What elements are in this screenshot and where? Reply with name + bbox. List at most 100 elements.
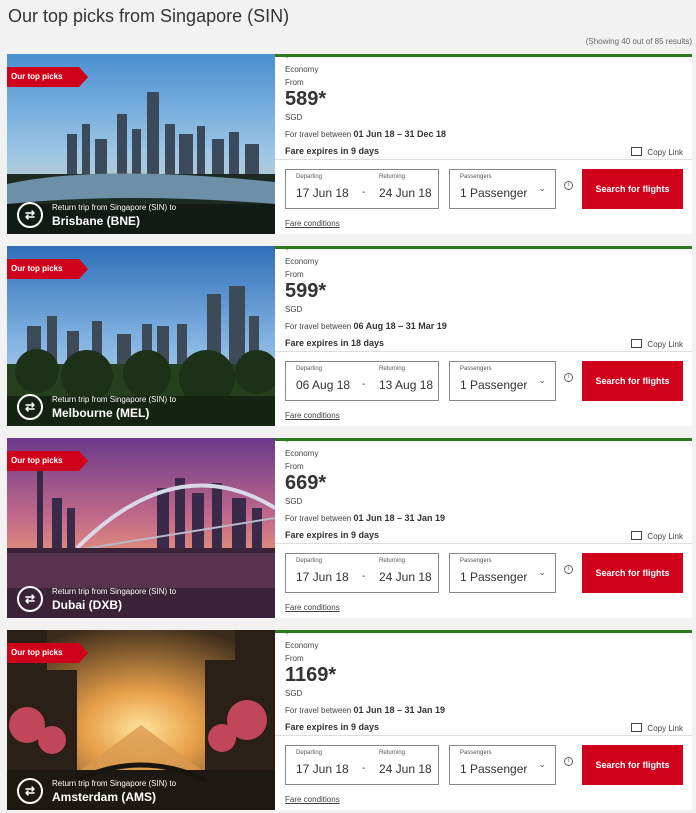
fare-conditions-link[interactable]: Fare conditions bbox=[285, 219, 340, 228]
copy-link-button[interactable]: Copy Link bbox=[631, 338, 683, 349]
returning-date[interactable]: 24 Jun 18 bbox=[379, 186, 432, 200]
page-title: Our top picks from Singapore (SIN) bbox=[8, 6, 290, 26]
divider bbox=[275, 159, 692, 160]
destination-city: Melbourne (MEL) bbox=[52, 405, 150, 420]
route-info: ⇄ Return trip from Singapore (SIN) to Du… bbox=[17, 586, 176, 612]
info-icon[interactable]: i bbox=[564, 757, 573, 766]
travel-prefix: For travel between bbox=[285, 514, 352, 523]
returning-label: Returning bbox=[379, 174, 406, 180]
returning-date[interactable]: 24 Jun 18 bbox=[379, 570, 432, 584]
destination-image-melbourne[interactable]: Our top picks ⇄ Return trip from Singapo… bbox=[7, 246, 275, 426]
passenger-select[interactable]: Passengers 1 Passenger ⌄ bbox=[449, 745, 556, 785]
copy-link-label: Copy Link bbox=[647, 340, 683, 349]
date-picker[interactable]: Departing Returning 17 Jun 18 - 24 Jun 1… bbox=[285, 553, 439, 593]
departing-date[interactable]: 06 Aug 18 bbox=[296, 378, 350, 392]
return-trip-icon: ⇄ bbox=[17, 394, 43, 420]
passenger-select[interactable]: Passengers 1 Passenger ⌄ bbox=[449, 553, 556, 593]
search-flights-button[interactable]: Search for flights bbox=[582, 361, 683, 401]
date-picker[interactable]: Departing Returning 17 Jun 18 - 24 Jun 1… bbox=[285, 745, 439, 785]
passengers-value: 1 Passenger bbox=[460, 186, 528, 200]
destination-image-amsterdam[interactable]: Our top picks ⇄ Return trip from Singapo… bbox=[7, 630, 275, 810]
return-trip-icon: ⇄ bbox=[17, 202, 43, 228]
top-pick-badge: Our top picks bbox=[7, 67, 88, 87]
date-picker[interactable]: Departing Returning 06 Aug 18 - 13 Aug 1… bbox=[285, 361, 439, 401]
departing-date[interactable]: 17 Jun 18 bbox=[296, 186, 349, 200]
top-pick-badge: Our top picks bbox=[7, 259, 88, 279]
travel-dates: 01 Jun 18 – 31 Jan 19 bbox=[353, 513, 446, 523]
copy-link-button[interactable]: Copy Link bbox=[631, 722, 683, 733]
passengers-label: Passengers bbox=[460, 558, 492, 564]
fare-price: 599* bbox=[285, 280, 327, 302]
departing-label: Departing bbox=[296, 366, 323, 372]
fare-conditions-link[interactable]: Fare conditions bbox=[285, 411, 340, 420]
cabin-class: Economy bbox=[285, 257, 319, 266]
route-info: ⇄ Return trip from Singapore (SIN) to Br… bbox=[17, 202, 176, 228]
travel-period: For travel between 01 Jun 18 – 31 Jan 19 bbox=[285, 513, 445, 523]
departing-date[interactable]: 17 Jun 18 bbox=[296, 762, 349, 776]
destination-image-dubai[interactable]: Our top picks ⇄ Return trip from Singapo… bbox=[7, 438, 275, 618]
date-picker[interactable]: Departing Returning 17 Jun 18 - 24 Jun 1… bbox=[285, 169, 439, 209]
returning-date[interactable]: 24 Jun 18 bbox=[379, 762, 432, 776]
travel-dates: 01 Jun 18 – 31 Jan 19 bbox=[353, 705, 446, 715]
date-separator: - bbox=[362, 763, 366, 774]
fare-panel: Economy From 1169* SGD For travel betwee… bbox=[275, 630, 692, 810]
currency: SGD bbox=[285, 113, 303, 122]
copy-link-label: Copy Link bbox=[647, 148, 683, 157]
departing-label: Departing bbox=[296, 174, 323, 180]
from-label: From bbox=[285, 78, 304, 87]
search-flights-button[interactable]: Search for flights bbox=[582, 553, 683, 593]
currency: SGD bbox=[285, 497, 303, 506]
fare-panel: Economy From 589* SGD For travel between… bbox=[275, 54, 692, 234]
route-prefix: Return trip from Singapore (SIN) to bbox=[52, 586, 177, 596]
departing-date[interactable]: 17 Jun 18 bbox=[296, 570, 349, 584]
route-prefix: Return trip from Singapore (SIN) to bbox=[52, 394, 177, 404]
passengers-label: Passengers bbox=[460, 750, 492, 756]
divider bbox=[275, 351, 692, 352]
search-flights-button[interactable]: Search for flights bbox=[582, 745, 683, 785]
chevron-down-icon: ⌄ bbox=[538, 567, 546, 577]
destination-city: Amsterdam (AMS) bbox=[52, 789, 157, 804]
fare-expiry: Fare expires in 18 days bbox=[285, 338, 385, 348]
copy-link-icon bbox=[631, 147, 643, 156]
info-icon[interactable]: i bbox=[564, 565, 573, 574]
copy-link-label: Copy Link bbox=[647, 724, 683, 733]
deal-card-dubai: Our top picks ⇄ Return trip from Singapo… bbox=[7, 438, 692, 618]
divider bbox=[275, 543, 692, 544]
fare-conditions-link[interactable]: Fare conditions bbox=[285, 603, 340, 612]
from-label: From bbox=[285, 270, 304, 279]
currency: SGD bbox=[285, 689, 303, 698]
fare-price: 1169* bbox=[285, 664, 337, 686]
copy-link-icon bbox=[631, 531, 643, 540]
fare-expiry: Fare expires in 9 days bbox=[285, 530, 380, 540]
route-info: ⇄ Return trip from Singapore (SIN) to Am… bbox=[17, 778, 176, 804]
returning-label: Returning bbox=[379, 558, 406, 564]
date-separator: - bbox=[362, 187, 366, 198]
from-label: From bbox=[285, 462, 304, 471]
travel-dates: 01 Jun 18 – 31 Dec 18 bbox=[353, 129, 447, 139]
copy-link-label: Copy Link bbox=[647, 532, 683, 541]
info-icon[interactable]: i bbox=[564, 181, 573, 190]
info-icon[interactable]: i bbox=[564, 373, 573, 382]
fare-conditions-link[interactable]: Fare conditions bbox=[285, 795, 340, 804]
deal-card-amsterdam: Our top picks ⇄ Return trip from Singapo… bbox=[7, 630, 692, 810]
passengers-value: 1 Passenger bbox=[460, 570, 528, 584]
returning-date[interactable]: 13 Aug 18 bbox=[379, 378, 433, 392]
travel-period: For travel between 01 Jun 18 – 31 Jan 19 bbox=[285, 705, 445, 715]
passenger-select[interactable]: Passengers 1 Passenger ⌄ bbox=[449, 361, 556, 401]
destination-image-brisbane[interactable]: Our top picks ⇄ Return trip from Singapo… bbox=[7, 54, 275, 234]
date-separator: - bbox=[362, 379, 366, 390]
fare-expiry: Fare expires in 9 days bbox=[285, 146, 380, 156]
copy-link-icon bbox=[631, 339, 643, 348]
chevron-down-icon: ⌄ bbox=[538, 375, 546, 385]
fare-price: 589* bbox=[285, 88, 327, 110]
copy-link-icon bbox=[631, 723, 643, 732]
copy-link-button[interactable]: Copy Link bbox=[631, 530, 683, 541]
travel-dates: 06 Aug 18 – 31 Mar 19 bbox=[353, 321, 447, 331]
deal-card-melbourne: Our top picks ⇄ Return trip from Singapo… bbox=[7, 246, 692, 426]
copy-link-button[interactable]: Copy Link bbox=[631, 146, 683, 157]
chevron-down-icon: ⌄ bbox=[538, 183, 546, 193]
top-pick-badge: Our top picks bbox=[7, 643, 88, 663]
search-flights-button[interactable]: Search for flights bbox=[582, 169, 683, 209]
route-prefix: Return trip from Singapore (SIN) to bbox=[52, 778, 177, 788]
passenger-select[interactable]: Passengers 1 Passenger ⌄ bbox=[449, 169, 556, 209]
